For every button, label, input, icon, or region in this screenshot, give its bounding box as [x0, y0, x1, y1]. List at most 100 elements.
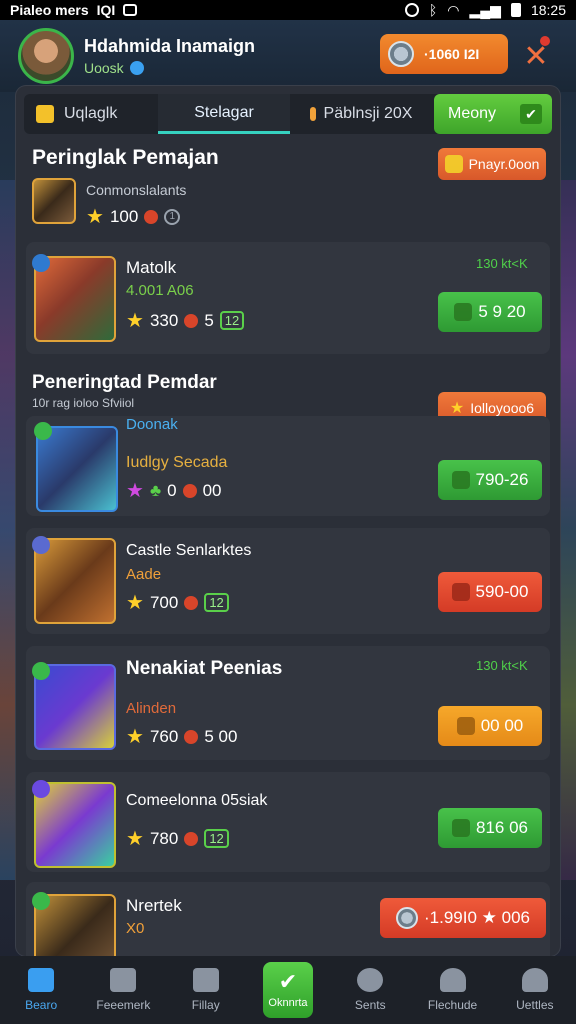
count-badge: 1: [164, 208, 181, 225]
nav-framework[interactable]: Feeemerk: [82, 956, 164, 1024]
list-item[interactable]: Castle Senlarktes Aade ★ 700 12 590-00: [26, 528, 550, 634]
card-button-label: 816 06: [476, 818, 528, 837]
nav-sents[interactable]: Sents: [329, 956, 411, 1024]
card-action-button[interactable]: 816 06: [438, 808, 542, 848]
coins-value: ·1060 I2I: [424, 46, 480, 62]
shield-icon: [144, 209, 159, 224]
card-score: 780: [149, 828, 179, 848]
star-icon: ★: [126, 726, 144, 748]
card-stats: ★ 780 12: [126, 826, 229, 851]
nav-friends[interactable]: Flechude: [411, 956, 493, 1024]
card-box: 12: [219, 311, 245, 330]
alarm-icon: [404, 3, 419, 17]
card-sub: X0: [126, 920, 145, 937]
nav-home[interactable]: Bearo: [0, 956, 82, 1024]
nav-center-button[interactable]: ✔ Oknnrta: [262, 962, 313, 1018]
card-score: 330: [149, 310, 179, 330]
nav-profile[interactable]: Uettles: [494, 956, 576, 1024]
card-score: 700: [149, 592, 179, 612]
list-item[interactable]: Doonak Iudlgy Secada ★ ♣ 0 00 790-26: [26, 416, 550, 516]
profile-sub-text: Uoosk: [84, 60, 124, 76]
person-icon: [439, 968, 466, 992]
star-icon: ★: [126, 828, 144, 850]
card-extra: 5 00: [204, 726, 238, 746]
status-left-badge: IQI: [96, 2, 116, 18]
castle-icon: [192, 968, 219, 992]
bottom-nav: Bearo Feeemerk Fillay ✔ Oknnrta Sents Fl…: [0, 956, 576, 1024]
tab-1[interactable]: Uqlaglk: [24, 94, 158, 134]
tab-4[interactable]: Meony ✔: [434, 94, 552, 134]
star-icon: ★: [126, 480, 144, 502]
card-sub: Aade: [126, 566, 162, 583]
rank-badge-icon: [34, 422, 52, 440]
user-icon: [521, 968, 548, 992]
nav-center[interactable]: ✔ Oknnrta: [247, 956, 329, 1024]
card-thumb: [36, 426, 118, 512]
card-action-button[interactable]: 00 00: [438, 706, 542, 746]
section-2-action-label: Iolloyooo6: [470, 400, 535, 416]
tab-3-label: Päblnsji 20X: [323, 105, 413, 122]
section-1-action[interactable]: Pnayr.0oon: [438, 148, 546, 180]
card-stats: ★ 330 5 12: [126, 308, 245, 333]
home-icon: [28, 968, 55, 992]
card-score: 760: [149, 726, 179, 746]
card-title: Nrertek: [126, 896, 182, 915]
section-1-thumb: [32, 178, 76, 224]
card-sub: Alinden: [126, 700, 177, 717]
card-title: Matolk: [126, 258, 177, 277]
shield-icon: [184, 313, 199, 328]
section-1-action-label: Pnayr.0oon: [468, 156, 540, 172]
card-stats: ★ 700 12: [126, 590, 229, 615]
verified-icon: [129, 61, 144, 75]
card-title: Comeelonna 05siak: [126, 792, 268, 809]
card-extra: 00: [202, 480, 222, 500]
avatar[interactable]: [18, 28, 74, 84]
notification-icon: [123, 4, 138, 16]
tab-4-label: Meony: [448, 105, 497, 122]
star-icon: ★: [126, 310, 144, 332]
star-icon: [444, 155, 463, 173]
status-left-text: Pialeo mers: [10, 2, 89, 18]
battery-icon: [510, 3, 521, 17]
card-action-button[interactable]: 590-00: [438, 572, 542, 612]
signal-icon: ▂▄▆: [469, 1, 501, 18]
nav-profile-label: Uettles: [516, 998, 554, 1012]
bluetooth-icon: ᛒ: [428, 2, 438, 18]
card-sub: 4.001 A06: [126, 282, 194, 299]
card-button-label: 00 00: [480, 716, 524, 735]
rank-badge-icon: [32, 536, 50, 554]
tab-1-label: Uqlaglk: [64, 105, 118, 122]
card-stats: ★ ♣ 0 00: [126, 478, 221, 503]
card-action-button[interactable]: 5 9 20: [438, 292, 542, 332]
card-action-button[interactable]: 790-26: [438, 460, 542, 500]
ticket-icon: [456, 717, 475, 735]
tab-2[interactable]: Stelagar: [158, 94, 290, 134]
status-time: 18:25: [530, 2, 566, 18]
card-score: 0: [167, 480, 177, 500]
ticket-icon: [452, 819, 470, 837]
section-2-sub2: Doonak: [126, 416, 178, 433]
main-panel: Uqlaglk Stelagar Päblnsji 20X Meony ✔ Pe…: [16, 86, 560, 956]
list-item[interactable]: Nenakiat Peenias Alinden ★ 760 5 00 130 …: [26, 646, 550, 760]
star-icon: ★: [126, 592, 144, 614]
list-item[interactable]: Matolk 4.001 A06 ★ 330 5 12 130 kt<K 5 9…: [26, 242, 550, 354]
status-bar: Pialeo mers IQI ᛒ ◠ ▂▄▆ 18:25: [0, 0, 576, 20]
card-title: Iudlgy Secada: [126, 454, 228, 471]
heart-icon: [357, 968, 384, 992]
tab-3[interactable]: Päblnsji 20X: [290, 94, 432, 134]
check-icon: ✔: [278, 969, 298, 994]
rank-badge-icon: [32, 254, 50, 272]
list-item[interactable]: Comeelonna 05siak ★ 780 12 816 06: [26, 772, 550, 872]
notification-dot: [540, 36, 550, 46]
card-action-button[interactable]: ·1.99I0 ★ 006: [380, 898, 546, 938]
card-tiny: 130 kt<K: [476, 658, 528, 673]
tab-2-label: Stelagar: [194, 103, 254, 121]
tab-bar: Uqlaglk Stelagar Päblnsji 20X Meony ✔: [24, 94, 552, 134]
leaf-icon: ♣: [149, 480, 162, 500]
coins-button[interactable]: ·1060 I2I: [380, 34, 508, 74]
list-item[interactable]: Nrertek X0 ·1.99I0 ★ 006: [26, 882, 550, 956]
nav-play[interactable]: Fillay: [165, 956, 247, 1024]
ticket-icon: [451, 583, 470, 601]
coin-icon: [388, 41, 414, 67]
rank-badge-icon: [32, 780, 50, 798]
